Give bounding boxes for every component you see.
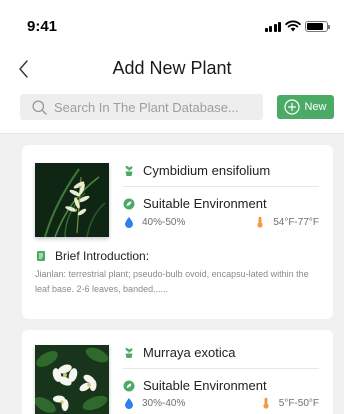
search-icon [32, 99, 47, 115]
book-icon [37, 251, 45, 261]
divider [123, 368, 319, 369]
wifi-icon [285, 20, 301, 32]
plant-pot-icon [125, 165, 133, 176]
page-title: Add New Plant [112, 58, 232, 78]
status-icons [264, 20, 330, 32]
plant-card[interactable]: Cymbidium ensifolium Suitable Environmen… [22, 145, 333, 319]
thermometer-icon [263, 397, 269, 409]
plant-name: Cymbidium ensifolium [143, 163, 271, 178]
temperature: 5°F-50°F [260, 397, 319, 409]
intro-label: Brief Introduction: [55, 249, 150, 263]
new-plant-button[interactable]: New [277, 95, 334, 119]
environment-row: Suitable Environment [123, 378, 267, 393]
temperature-value: 5°F-50°F [278, 397, 319, 409]
plant-card[interactable]: Murraya exotica Suitable Environment 30%… [22, 330, 333, 414]
humidity: 40%-50% [123, 216, 185, 228]
thermometer-icon [257, 216, 263, 228]
environment-label: Suitable Environment [143, 378, 267, 393]
battery-icon [305, 20, 330, 32]
plant-photo [35, 163, 109, 237]
signal-icon [264, 21, 281, 32]
plant-name: Murraya exotica [143, 345, 236, 360]
humidity: 30%-40% [123, 397, 185, 409]
plant-pot-icon [125, 347, 133, 358]
status-time: 9:41 [27, 18, 58, 35]
new-button-label: New [304, 101, 327, 113]
metric-row: 30%-40% 5°F-50°F [123, 397, 319, 411]
search-input[interactable]: Search In The Plant Database... [20, 94, 263, 120]
environment-label: Suitable Environment [143, 196, 267, 211]
sun-leaf-icon [123, 380, 135, 391]
temperature: 54°F-77°F [254, 216, 319, 228]
temperature-value: 54°F-77°F [273, 216, 319, 228]
humidity-value: 40%-50% [142, 216, 186, 228]
humidity-value: 30%-40% [142, 397, 186, 409]
plant-name-row: Cymbidium ensifolium [123, 163, 270, 178]
environment-row: Suitable Environment [123, 196, 267, 211]
sun-leaf-icon [123, 198, 135, 209]
plant-photo [35, 345, 109, 414]
header: 9:41 Add New Plant Search In The Plant D… [0, 0, 344, 134]
search-placeholder: Search In The Plant Database... [54, 99, 239, 115]
divider [123, 186, 319, 187]
metric-row: 40%-50% 54°F-77°F [123, 216, 319, 230]
water-drop-icon [125, 217, 133, 228]
plant-name-row: Murraya exotica [123, 345, 235, 360]
intro-row: Brief Introduction: [35, 249, 149, 263]
intro-text: Jianlan: terrestrial plant; pseudo-bulb … [35, 269, 309, 294]
plus-circle-icon [284, 99, 301, 115]
status-bar: 9:41 [0, 0, 344, 44]
water-drop-icon [125, 398, 133, 409]
